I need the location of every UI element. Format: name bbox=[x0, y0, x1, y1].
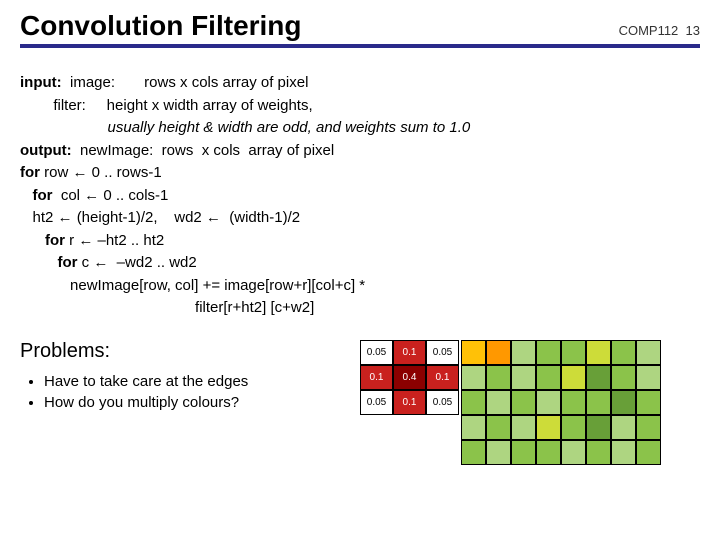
problem-item: Have to take care at the edges bbox=[44, 373, 360, 390]
image-cell bbox=[611, 390, 636, 415]
image-cell bbox=[536, 390, 561, 415]
image-cell bbox=[536, 365, 561, 390]
image-cell bbox=[461, 415, 486, 440]
image-cell bbox=[461, 440, 486, 465]
problem-item: How do you multiply colours? bbox=[44, 394, 360, 411]
image-cell bbox=[536, 415, 561, 440]
image-cell bbox=[486, 340, 511, 365]
image-cell bbox=[511, 415, 536, 440]
image-cell bbox=[561, 440, 586, 465]
kernel-cell: 0.1 bbox=[360, 365, 393, 390]
bottom-row: Problems: Have to take care at the edges… bbox=[20, 340, 700, 465]
image-cell bbox=[636, 340, 661, 365]
course-code: COMP112 bbox=[619, 23, 679, 38]
image-cell bbox=[536, 440, 561, 465]
problems-block: Problems: Have to take care at the edges… bbox=[20, 340, 360, 415]
image-grid bbox=[461, 340, 661, 465]
course-label: COMP112 13 bbox=[619, 23, 700, 42]
image-cell bbox=[536, 340, 561, 365]
image-cell bbox=[561, 365, 586, 390]
algo-line-filter-note: usually height & width are odd, and weig… bbox=[20, 117, 700, 140]
kernel-cell: 0.05 bbox=[426, 390, 459, 415]
image-cell bbox=[561, 415, 586, 440]
image-cell bbox=[511, 340, 536, 365]
kw-for: for bbox=[20, 164, 40, 181]
kernel-cell: 0.1 bbox=[393, 340, 426, 365]
image-cell bbox=[636, 365, 661, 390]
algo-line-filter: filter: height x width array of weights, bbox=[20, 95, 700, 118]
image-cell bbox=[611, 440, 636, 465]
algo-line-filter-idx: filter[r+ht2] [c+w2] bbox=[20, 297, 700, 320]
kernel-cell: 0.4 bbox=[393, 365, 426, 390]
image-cell bbox=[611, 340, 636, 365]
slide-title: Convolution Filtering bbox=[20, 10, 302, 42]
image-cell bbox=[461, 390, 486, 415]
algo-line-for-r: for r ← –ht2 .. ht2 bbox=[20, 230, 700, 253]
image-cell bbox=[636, 390, 661, 415]
kw-for: for bbox=[20, 232, 65, 249]
image-cell bbox=[561, 390, 586, 415]
image-cell bbox=[486, 390, 511, 415]
page-number: 13 bbox=[686, 23, 700, 38]
problems-title: Problems: bbox=[20, 340, 360, 363]
kw-for: for bbox=[20, 254, 78, 271]
image-cell bbox=[586, 440, 611, 465]
algo-line-for-row: for row ← 0 .. rows-1 bbox=[20, 162, 700, 185]
algo-line-for-col: for col ← 0 .. cols-1 bbox=[20, 185, 700, 208]
image-cell bbox=[586, 340, 611, 365]
image-cell bbox=[511, 365, 536, 390]
slide-header: Convolution Filtering COMP112 13 bbox=[20, 10, 700, 48]
image-cell bbox=[611, 415, 636, 440]
filter-kernel: 0.05 0.1 0.05 0.1 0.4 0.1 0.05 0.1 0.05 bbox=[360, 340, 459, 415]
algo-line-accum: newImage[row, col] += image[row+r][col+c… bbox=[20, 275, 700, 298]
kw-input: input: bbox=[20, 74, 62, 91]
image-cell bbox=[486, 440, 511, 465]
image-cell bbox=[461, 365, 486, 390]
image-cell bbox=[561, 340, 586, 365]
image-cell bbox=[586, 415, 611, 440]
kernel-cell: 0.1 bbox=[426, 365, 459, 390]
image-cell bbox=[486, 365, 511, 390]
image-cell bbox=[461, 340, 486, 365]
filter-figure: 0.05 0.1 0.05 0.1 0.4 0.1 0.05 0.1 0.05 bbox=[360, 340, 661, 465]
image-cell bbox=[586, 390, 611, 415]
kernel-cell: 0.1 bbox=[393, 390, 426, 415]
problems-list: Have to take care at the edges How do yo… bbox=[20, 373, 360, 411]
image-cell bbox=[511, 440, 536, 465]
image-cell bbox=[636, 440, 661, 465]
kw-output: output: bbox=[20, 142, 72, 159]
kernel-cell: 0.05 bbox=[426, 340, 459, 365]
image-cell bbox=[511, 390, 536, 415]
image-cell bbox=[636, 415, 661, 440]
image-cell bbox=[486, 415, 511, 440]
algo-line-output: output: newImage: rows x cols array of p… bbox=[20, 140, 700, 163]
image-cell bbox=[586, 365, 611, 390]
algo-line-ht2: ht2 ← (height-1)/2, wd2 ← (width-1)/2 bbox=[20, 207, 700, 230]
kernel-cell: 0.05 bbox=[360, 390, 393, 415]
kernel-cell: 0.05 bbox=[360, 340, 393, 365]
algo-line-input: input: image: rows x cols array of pixel bbox=[20, 72, 700, 95]
algorithm-block: input: image: rows x cols array of pixel… bbox=[20, 72, 700, 320]
kw-for: for bbox=[20, 187, 53, 204]
algo-line-for-c: for c ← –wd2 .. wd2 bbox=[20, 252, 700, 275]
image-cell bbox=[611, 365, 636, 390]
